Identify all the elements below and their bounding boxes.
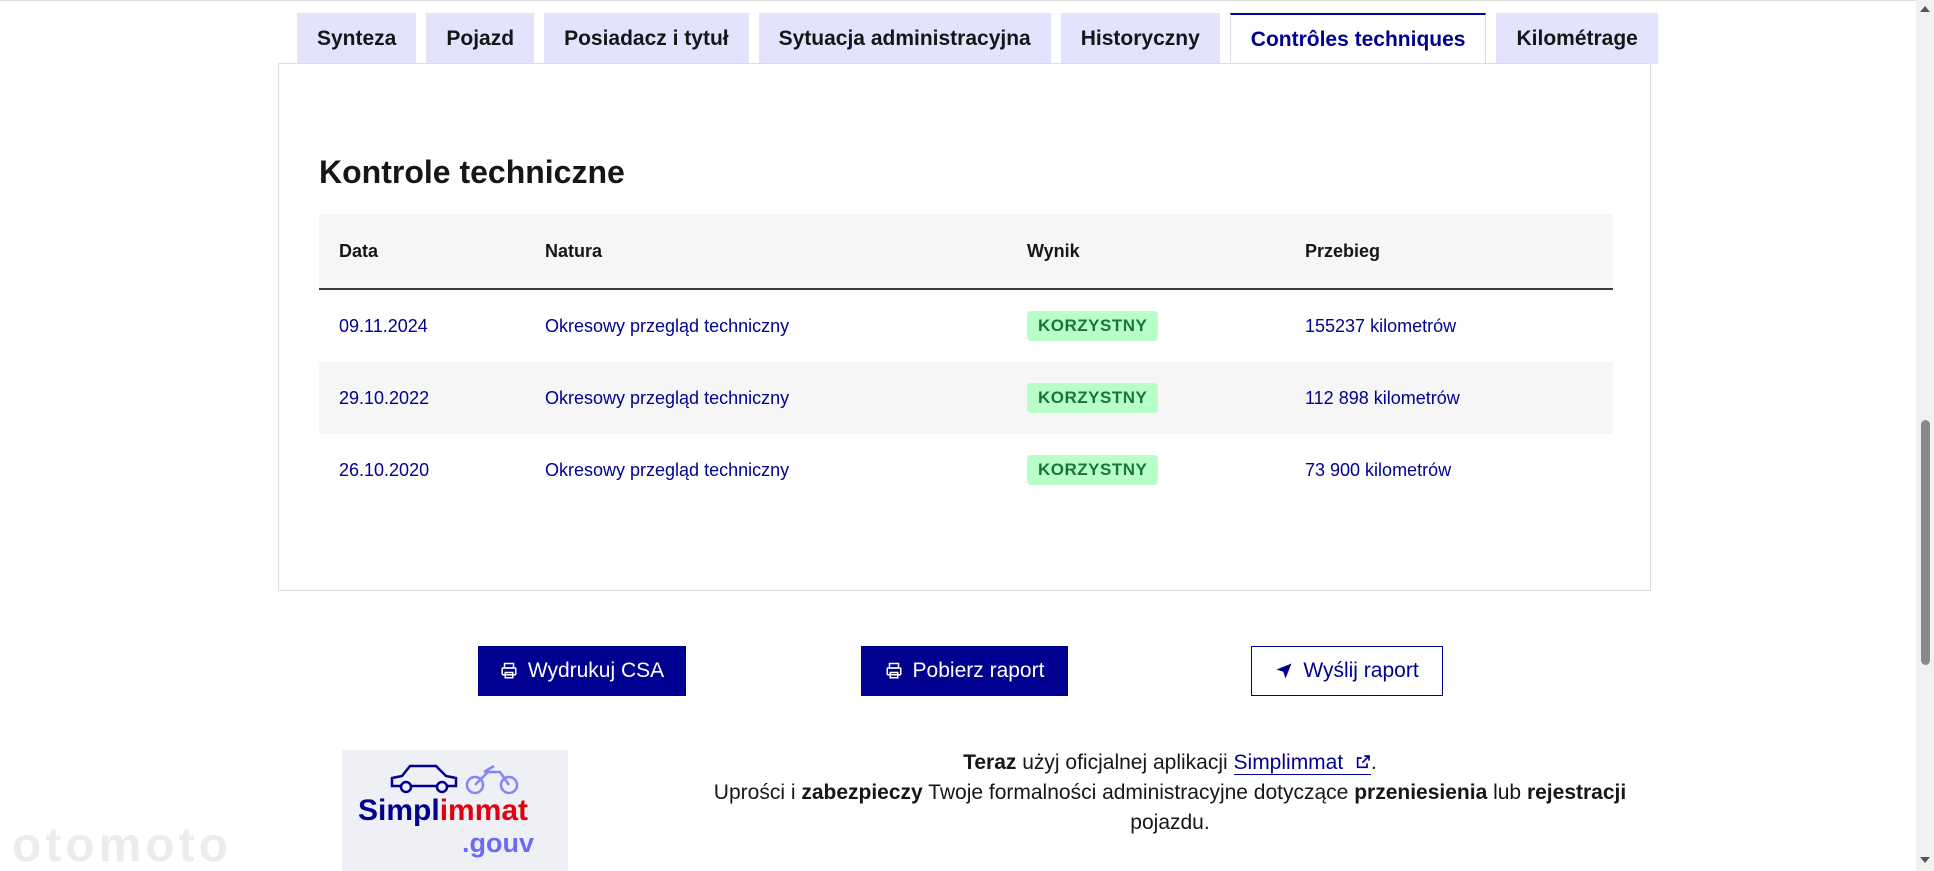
- column-header-date: Data: [339, 240, 379, 261]
- tab-list: Synteza Pojazd Posiadacz i tytuł Sytuacj…: [297, 13, 1658, 65]
- vertical-scrollbar[interactable]: [1916, 0, 1934, 871]
- cell-mileage: 112 898 kilometrów: [1305, 387, 1460, 408]
- download-report-label: Pobierz raport: [912, 659, 1045, 682]
- scroll-thumb[interactable]: [1921, 420, 1930, 665]
- logo-text: Simplimmat: [358, 794, 529, 827]
- car-icon: [390, 764, 458, 794]
- tab-kilometrage[interactable]: Kilométrage: [1496, 13, 1658, 64]
- status-badge: KORZYSTNY: [1027, 383, 1159, 413]
- scroll-up-arrow-icon[interactable]: [1920, 6, 1930, 12]
- simplimmat-link[interactable]: Simplimmat: [1233, 751, 1372, 775]
- tab-panel: Kontrole techniczne Data Natura Wynik Pr…: [278, 63, 1651, 591]
- tab-sytuacja-administracyjna[interactable]: Sytuacja administracyjna: [758, 13, 1051, 64]
- cell-nature: Okresowy przegląd techniczny: [545, 387, 790, 408]
- table-row: 26.10.2020 Okresowy przegląd techniczny …: [319, 434, 1613, 506]
- section-title: Kontrole techniczne: [319, 154, 625, 190]
- logo-subtext: .gouv: [462, 828, 534, 858]
- column-header-mileage: Przebieg: [1305, 240, 1381, 261]
- download-report-button[interactable]: Pobierz raport: [861, 646, 1068, 696]
- top-divider: [0, 0, 1934, 1]
- send-arrow-icon: [1276, 663, 1292, 679]
- tab-posiadacz[interactable]: Posiadacz i tytuł: [544, 13, 749, 64]
- promo-text: Teraz użyj oficjalnej aplikacji Simplimm…: [713, 751, 1627, 834]
- column-header-result: Wynik: [1027, 240, 1080, 261]
- cell-nature: Okresowy przegląd techniczny: [545, 459, 790, 480]
- motorcycle-icon: [465, 764, 519, 795]
- printer-icon: [886, 662, 902, 679]
- print-csa-button[interactable]: Wydrukuj CSA: [478, 646, 686, 696]
- table-header: Data Natura Wynik Przebieg: [319, 214, 1613, 290]
- scroll-down-arrow-icon[interactable]: [1920, 857, 1930, 863]
- tab-historyczny[interactable]: Historyczny: [1060, 13, 1220, 64]
- cell-mileage: 155237 kilometrów: [1305, 315, 1457, 336]
- print-csa-label: Wydrukuj CSA: [527, 659, 665, 682]
- tab-controles-techniques[interactable]: Contrôles techniques: [1229, 13, 1487, 65]
- send-report-button[interactable]: Wyślij raport: [1251, 646, 1443, 696]
- cell-date: 29.10.2022: [339, 387, 430, 408]
- table-row: 29.10.2022 Okresowy przegląd techniczny …: [319, 362, 1613, 434]
- column-header-nature: Natura: [545, 240, 603, 261]
- cell-mileage: 73 900 kilometrów: [1305, 459, 1452, 480]
- tab-pojazd[interactable]: Pojazd: [426, 13, 535, 64]
- table-row: 09.11.2024 Okresowy przegląd techniczny …: [319, 290, 1613, 362]
- watermark: otomoto: [12, 819, 232, 871]
- cell-date: 09.11.2024: [339, 315, 428, 336]
- external-link-icon: [1356, 755, 1370, 769]
- cell-date: 26.10.2020: [339, 459, 430, 480]
- printer-icon: [501, 662, 517, 679]
- inspections-table: Data Natura Wynik Przebieg 09.11.2024 Ok…: [319, 214, 1613, 506]
- tab-synteza[interactable]: Synteza: [297, 13, 417, 64]
- status-badge: KORZYSTNY: [1027, 311, 1159, 341]
- status-badge: KORZYSTNY: [1027, 455, 1159, 485]
- cell-nature: Okresowy przegląd techniczny: [545, 315, 790, 336]
- send-report-label: Wyślij raport: [1303, 659, 1419, 682]
- simplimmat-logo[interactable]: Simplimmat .gouv: [342, 750, 568, 871]
